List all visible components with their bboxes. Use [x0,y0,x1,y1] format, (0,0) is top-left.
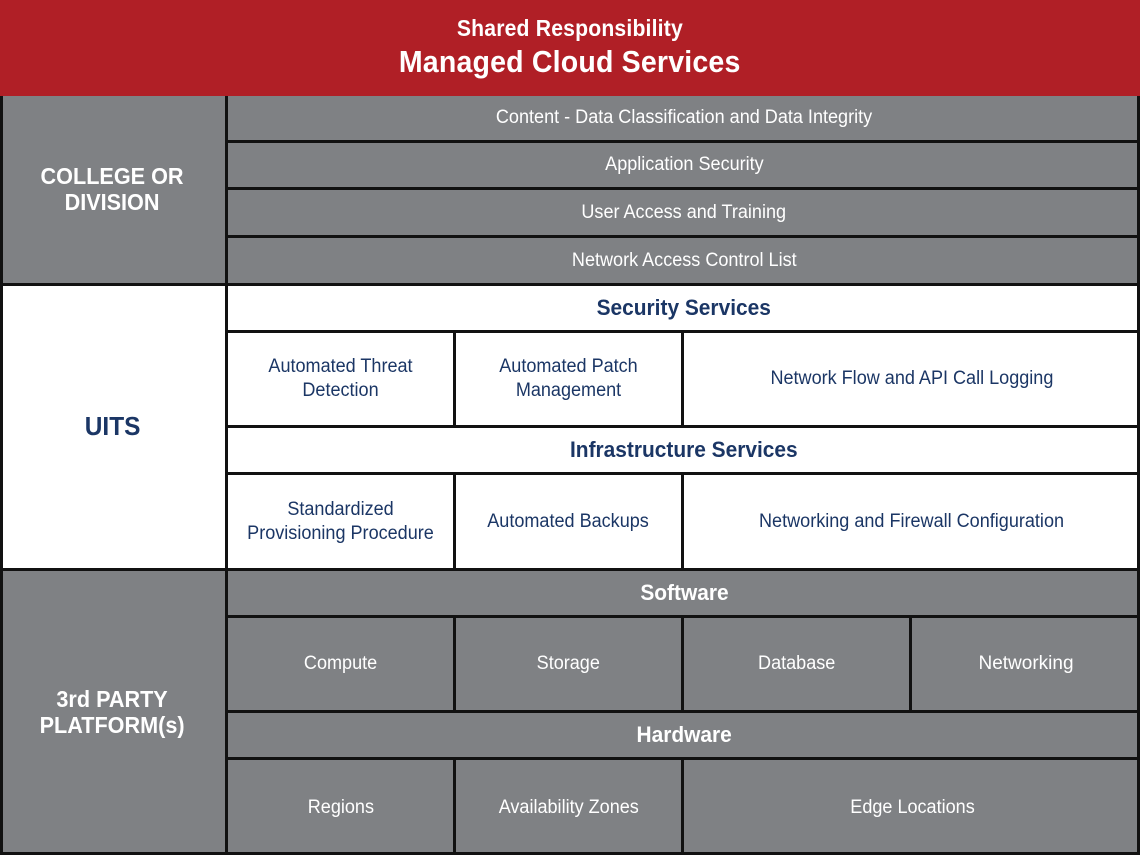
cell-automated-backups: Automated Backups [456,475,684,568]
cell-label: Networking [978,653,1074,675]
cell-database: Database [684,618,912,710]
row-label: Content - Data Classification and Data I… [495,107,873,129]
cell-label: Edge Locations [849,796,975,818]
banner-title: Managed Cloud Services [399,44,741,80]
cell-automated-threat-detection: Automated Threat Detection [228,333,456,425]
row-label: User Access and Training [581,201,787,223]
row-content-data-classification: Content - Data Classification and Data I… [228,96,1140,143]
shared-responsibility-diagram: Shared Responsibility Managed Cloud Serv… [0,0,1140,855]
cell-automated-patch-management: Automated Patch Management [456,333,684,425]
cell-regions: Regions [228,760,456,855]
cell-availability-zones: Availability Zones [456,760,684,855]
label-text-third-party: 3rd PARTY PLATFORM(s) [40,686,185,739]
label-line-2: PLATFORM(s) [40,712,185,738]
cell-label: Automated Patch Management [499,356,638,401]
cell-label: Automated Backups [487,510,650,532]
row-label: Network Access Control List [571,249,797,271]
row-security-services-cells: Automated Threat Detection Automated Pat… [228,333,1140,428]
cell-label: Availability Zones [498,796,639,818]
label-line-2: DIVISION [65,188,160,215]
row-header-hardware: Hardware [228,713,1140,760]
row-software-cells: Compute Storage Database Networking [228,618,1140,713]
cell-network-flow-and-api-call-logging: Network Flow and API Call Logging [684,333,1140,425]
diagram-banner: Shared Responsibility Managed Cloud Serv… [0,0,1140,96]
label-line-1: COLLEGE OR [41,162,184,189]
row-network-access-control-list: Network Access Control List [228,238,1140,286]
row-header-software: Software [228,571,1140,618]
cell-edge-locations: Edge Locations [684,760,1140,855]
row-label: Hardware [636,721,732,747]
cell-networking-and-firewall-configuration: Networking and Firewall Configuration [684,475,1140,568]
section-label-college-or-division: COLLEGE OR DIVISION [0,96,228,286]
label-text-uits: UITS [84,411,141,442]
section-label-third-party-platforms: 3rd PARTY PLATFORM(s) [0,571,228,855]
label-line-1: 3rd PARTY [56,686,169,713]
row-hardware-cells: Regions Availability Zones Edge Location… [228,760,1140,855]
cell-label: Storage [536,653,601,675]
cell-label: Networking and Firewall Configuration [759,510,1065,532]
diagram-content-column: Content - Data Classification and Data I… [228,96,1140,855]
row-header-infrastructure-services: Infrastructure Services [228,428,1140,475]
cell-networking: Networking [912,618,1140,710]
cell-label: Standardized Provisioning Procedure [247,498,434,544]
cell-label: Network Flow and API Call Logging [770,368,1054,390]
banner-subtitle: Shared Responsibility [456,15,684,42]
cell-storage: Storage [456,618,684,710]
row-label: Security Services [596,294,772,320]
cell-label: Compute [303,653,378,675]
row-infrastructure-services-cells: Standardized Provisioning Procedure Auto… [228,475,1140,571]
row-label: Infrastructure Services [570,436,798,462]
row-user-access-and-training: User Access and Training [228,190,1140,238]
row-header-security-services: Security Services [228,286,1140,333]
diagram-body: COLLEGE OR DIVISION UITS 3rd PARTY PLATF… [0,96,1140,855]
label-text-college-or-division: COLLEGE OR DIVISION [41,162,184,216]
cell-label: Automated Threat Detection [268,356,413,401]
cell-compute: Compute [228,618,456,710]
row-application-security: Application Security [228,143,1140,190]
cell-standardized-provisioning-procedure: Standardized Provisioning Procedure [228,475,456,568]
row-label: Application Security [604,154,764,176]
section-label-uits: UITS [0,286,228,571]
row-label: Software [639,579,729,605]
cell-label: Database [757,653,836,675]
cell-label: Regions [307,796,374,818]
